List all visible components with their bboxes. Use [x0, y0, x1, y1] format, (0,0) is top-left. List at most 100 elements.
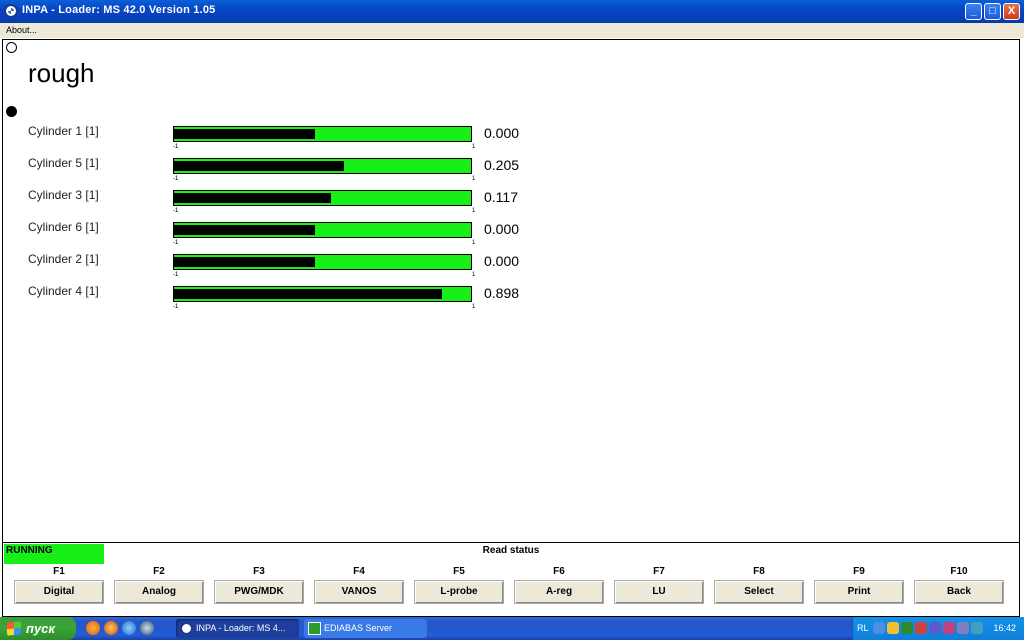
cylinder-bar — [173, 190, 472, 206]
fkey-label: F4 — [353, 566, 365, 577]
fkey-f9: F9 Print — [814, 564, 904, 604]
cylinder-label: Cylinder 1 [1] — [28, 124, 99, 138]
fkey-label: F6 — [553, 566, 565, 577]
fkey-label: F9 — [853, 566, 865, 577]
close-button[interactable]: X — [1003, 3, 1020, 20]
menu-about[interactable]: About... — [6, 25, 37, 35]
cylinder-value: 0.000 — [484, 221, 520, 237]
bar-max-label: 1 — [472, 176, 476, 182]
tray-network-icon[interactable] — [929, 622, 941, 634]
clock: 16:42 — [993, 623, 1016, 633]
l-probe-button[interactable]: L-probe — [414, 580, 504, 604]
fkey-f3: F3 PWG/MDK — [214, 564, 304, 604]
cylinder-row: Cylinder 5 [1] -1 1 0.205 — [3, 156, 603, 188]
bmw-logo-icon — [180, 622, 193, 635]
tray-update-icon[interactable] — [971, 622, 983, 634]
a-reg-button[interactable]: A-reg — [514, 580, 604, 604]
cylinder-label: Cylinder 5 [1] — [28, 156, 99, 170]
cylinder-bar — [173, 126, 472, 142]
bar-max-label: 1 — [472, 144, 476, 150]
window-title: INPA - Loader: MS 42.0 Version 1.05 — [22, 4, 216, 16]
cylinder-label: Cylinder 6 [1] — [28, 220, 99, 234]
minimize-button[interactable]: _ — [965, 3, 982, 20]
cylinder-bar-fill — [174, 289, 442, 299]
pwg-mdk-button[interactable]: PWG/MDK — [214, 580, 304, 604]
fkey-f4: F4 VANOS — [314, 564, 404, 604]
back-button[interactable]: Back — [914, 580, 1004, 604]
cylinder-bar — [173, 286, 472, 302]
tray-smiley-icon[interactable] — [887, 622, 899, 634]
language-indicator[interactable]: RL — [857, 617, 869, 640]
bar-min-label: -1 — [173, 272, 179, 278]
tray-app-icon[interactable] — [901, 622, 913, 634]
tray-sound-icon[interactable] — [957, 622, 969, 634]
browser-icon[interactable] — [104, 621, 118, 635]
cylinder-label: Cylinder 2 [1] — [28, 252, 99, 266]
cylinder-bar-fill — [174, 161, 344, 171]
tray-antivirus-icon[interactable] — [915, 622, 927, 634]
cylinder-value: 0.000 — [484, 125, 520, 141]
digital-button[interactable]: Digital — [14, 580, 104, 604]
ie-icon[interactable] — [122, 621, 136, 635]
cylinder-bar-fill — [174, 257, 315, 267]
analog-button[interactable]: Analog — [114, 580, 204, 604]
cylinder-bar — [173, 158, 472, 174]
fkey-label: F2 — [153, 566, 165, 577]
system-tray: RL 16:42 — [852, 617, 1024, 640]
task-label: INPA - Loader: MS 4... — [196, 623, 286, 633]
page-title: rough — [28, 58, 95, 88]
bmw-logo-icon — [4, 4, 18, 18]
cylinder-row: Cylinder 3 [1] -1 1 0.117 — [3, 188, 603, 220]
fkey-label: F8 — [753, 566, 765, 577]
fkey-f10: F10 Back — [914, 564, 1004, 604]
fkey-label: F1 — [53, 566, 65, 577]
bar-max-label: 1 — [472, 272, 476, 278]
start-button[interactable]: пуск — [0, 617, 76, 640]
cylinder-row: Cylinder 2 [1] -1 1 0.000 — [3, 252, 603, 284]
cylinder-bar — [173, 222, 472, 238]
cylinder-value: 0.117 — [484, 189, 518, 205]
bar-max-label: 1 — [472, 208, 476, 214]
inpa-window: INPA - Loader: MS 42.0 Version 1.05 _ □ … — [0, 0, 1024, 617]
task-label: EDIABAS Server — [324, 623, 393, 633]
firefox-icon[interactable] — [86, 621, 100, 635]
print-button[interactable]: Print — [814, 580, 904, 604]
fkey-f2: F2 Analog — [114, 564, 204, 604]
maximize-button[interactable]: □ — [984, 3, 1001, 20]
cylinder-bar-fill — [174, 225, 315, 235]
cylinder-bar-fill — [174, 129, 315, 139]
task-ediabas-server[interactable]: EDIABAS Server — [304, 619, 427, 638]
vanos-button[interactable]: VANOS — [314, 580, 404, 604]
bar-min-label: -1 — [173, 240, 179, 246]
cylinder-label: Cylinder 3 [1] — [28, 188, 99, 202]
main-panel: rough Cylinder 1 [1] -1 1 0.000 Cylinder 5 [… — [2, 39, 1020, 617]
task-inpa-loader[interactable]: INPA - Loader: MS 4... — [176, 619, 299, 638]
tray-media-icon[interactable] — [943, 622, 955, 634]
fkey-label: F7 — [653, 566, 665, 577]
fkey-label: F10 — [950, 566, 968, 577]
cylinder-row: Cylinder 1 [1] -1 1 0.000 — [3, 124, 603, 156]
windows-flag-icon — [7, 621, 21, 636]
fkey-f5: F5 L-probe — [414, 564, 504, 604]
radio-filled-indicator — [6, 106, 17, 117]
cylinder-value: 0.898 — [484, 285, 520, 301]
title-bar[interactable]: INPA - Loader: MS 42.0 Version 1.05 _ □ … — [0, 0, 1024, 23]
fkey-label: F5 — [453, 566, 465, 577]
tray-arrow-icon[interactable] — [873, 622, 885, 634]
cylinder-value: 0.000 — [484, 253, 520, 269]
bar-max-label: 1 — [472, 240, 476, 246]
start-label: пуск — [26, 621, 55, 636]
bar-min-label: -1 — [173, 144, 179, 150]
cylinder-bar — [173, 254, 472, 270]
bar-min-label: -1 — [173, 176, 179, 182]
fkey-f8: F8 Select — [714, 564, 804, 604]
function-key-bar: F1 Digital F2 Analog F3 PWG/MDK F4 VANOS F5 L-pro… — [3, 564, 1019, 616]
quicklaunch-icon[interactable] — [140, 621, 154, 635]
status-label: Read status — [482, 545, 540, 556]
select-button[interactable]: Select — [714, 580, 804, 604]
status-area: RUNNING Read status F1 Digital F2 Analog F3 P… — [3, 542, 1019, 616]
fkey-label: F3 — [253, 566, 265, 577]
taskbar: пуск INPA - Loader: MS 4... EDIABAS Serv… — [0, 617, 1024, 640]
cylinder-row: Cylinder 4 [1] -1 1 0.898 — [3, 284, 603, 316]
lu-button[interactable]: LU — [614, 580, 704, 604]
